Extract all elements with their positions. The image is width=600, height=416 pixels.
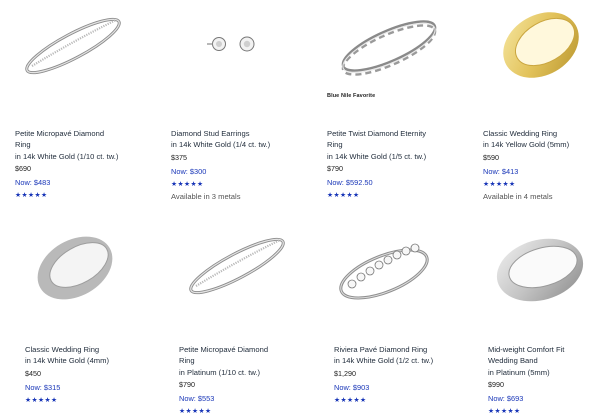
star-rating: ★★★★★ [327, 192, 360, 200]
product-image[interactable] [171, 0, 311, 100]
favorite-badge: Blue Nile Favorite [327, 93, 376, 99]
star-rating: ★★★★★ [25, 396, 58, 404]
product-name[interactable]: Petite Micropavé Diamond Ring in Platinu… [179, 344, 319, 378]
available-metals-link[interactable]: Available in 4 metals [483, 191, 600, 202]
product-name[interactable]: Diamond Stud Earrings in 14k White Gold … [171, 128, 311, 151]
pave-band-icon [25, 17, 121, 75]
original-price: $990 [488, 380, 504, 390]
original-price: $450 [25, 368, 41, 378]
original-price: $790 [179, 380, 195, 390]
stud-earrings-icon [207, 36, 255, 52]
sale-price: Now: $693 [488, 394, 524, 404]
product-image[interactable] [179, 222, 319, 322]
sale-price: Now: $592.50 [327, 178, 373, 188]
star-rating: ★★★★★ [171, 180, 204, 188]
product-name[interactable]: Petite Twist Diamond Eternity Ring in 14… [327, 128, 467, 162]
star-rating: ★★★★★ [179, 408, 212, 416]
star-rating: ★★★★★ [488, 408, 521, 416]
original-price: $1,290 [334, 368, 356, 378]
sale-price: Now: $483 [15, 178, 51, 188]
gold-band-icon [503, 12, 579, 78]
star-rating: ★★★★★ [483, 180, 516, 188]
product-name[interactable]: Classic Wedding Ring in 14k White Gold (… [25, 344, 165, 367]
sale-price: Now: $553 [179, 394, 215, 404]
sale-price: Now: $413 [483, 166, 519, 176]
sale-price: Now: $300 [171, 166, 207, 176]
sale-price: Now: $903 [334, 382, 370, 392]
available-metals-link[interactable]: Available in 3 metals [171, 191, 311, 202]
star-rating: ★★★★★ [15, 192, 48, 200]
pave-band-icon [189, 237, 285, 295]
product-image[interactable] [334, 222, 474, 322]
riviera-ring-icon [339, 243, 429, 300]
original-price: $375 [171, 152, 187, 162]
product-image[interactable] [483, 0, 600, 100]
product-image[interactable] [25, 222, 165, 322]
product-name[interactable]: Petite Micropavé Diamond Ring in 14k Whi… [15, 128, 155, 162]
original-price: $690 [15, 164, 31, 174]
original-price: $590 [483, 152, 499, 162]
product-name[interactable]: Mid-weight Comfort Fit Wedding Band in P… [488, 344, 600, 378]
product-name[interactable]: Riviera Pavé Diamond Ring in 14k White G… [334, 344, 474, 367]
product-image[interactable] [15, 0, 155, 100]
star-rating: ★★★★★ [334, 396, 367, 404]
original-price: $790 [327, 164, 343, 174]
comfort-band-icon [496, 238, 584, 302]
white-band-icon [37, 236, 113, 300]
product-image[interactable]: Blue Nile Favorite [327, 0, 467, 100]
product-image[interactable] [488, 222, 600, 322]
sale-price: Now: $315 [25, 382, 61, 392]
product-name[interactable]: Classic Wedding Ring in 14k Yellow Gold … [483, 128, 600, 151]
twist-ring-icon [341, 20, 437, 76]
